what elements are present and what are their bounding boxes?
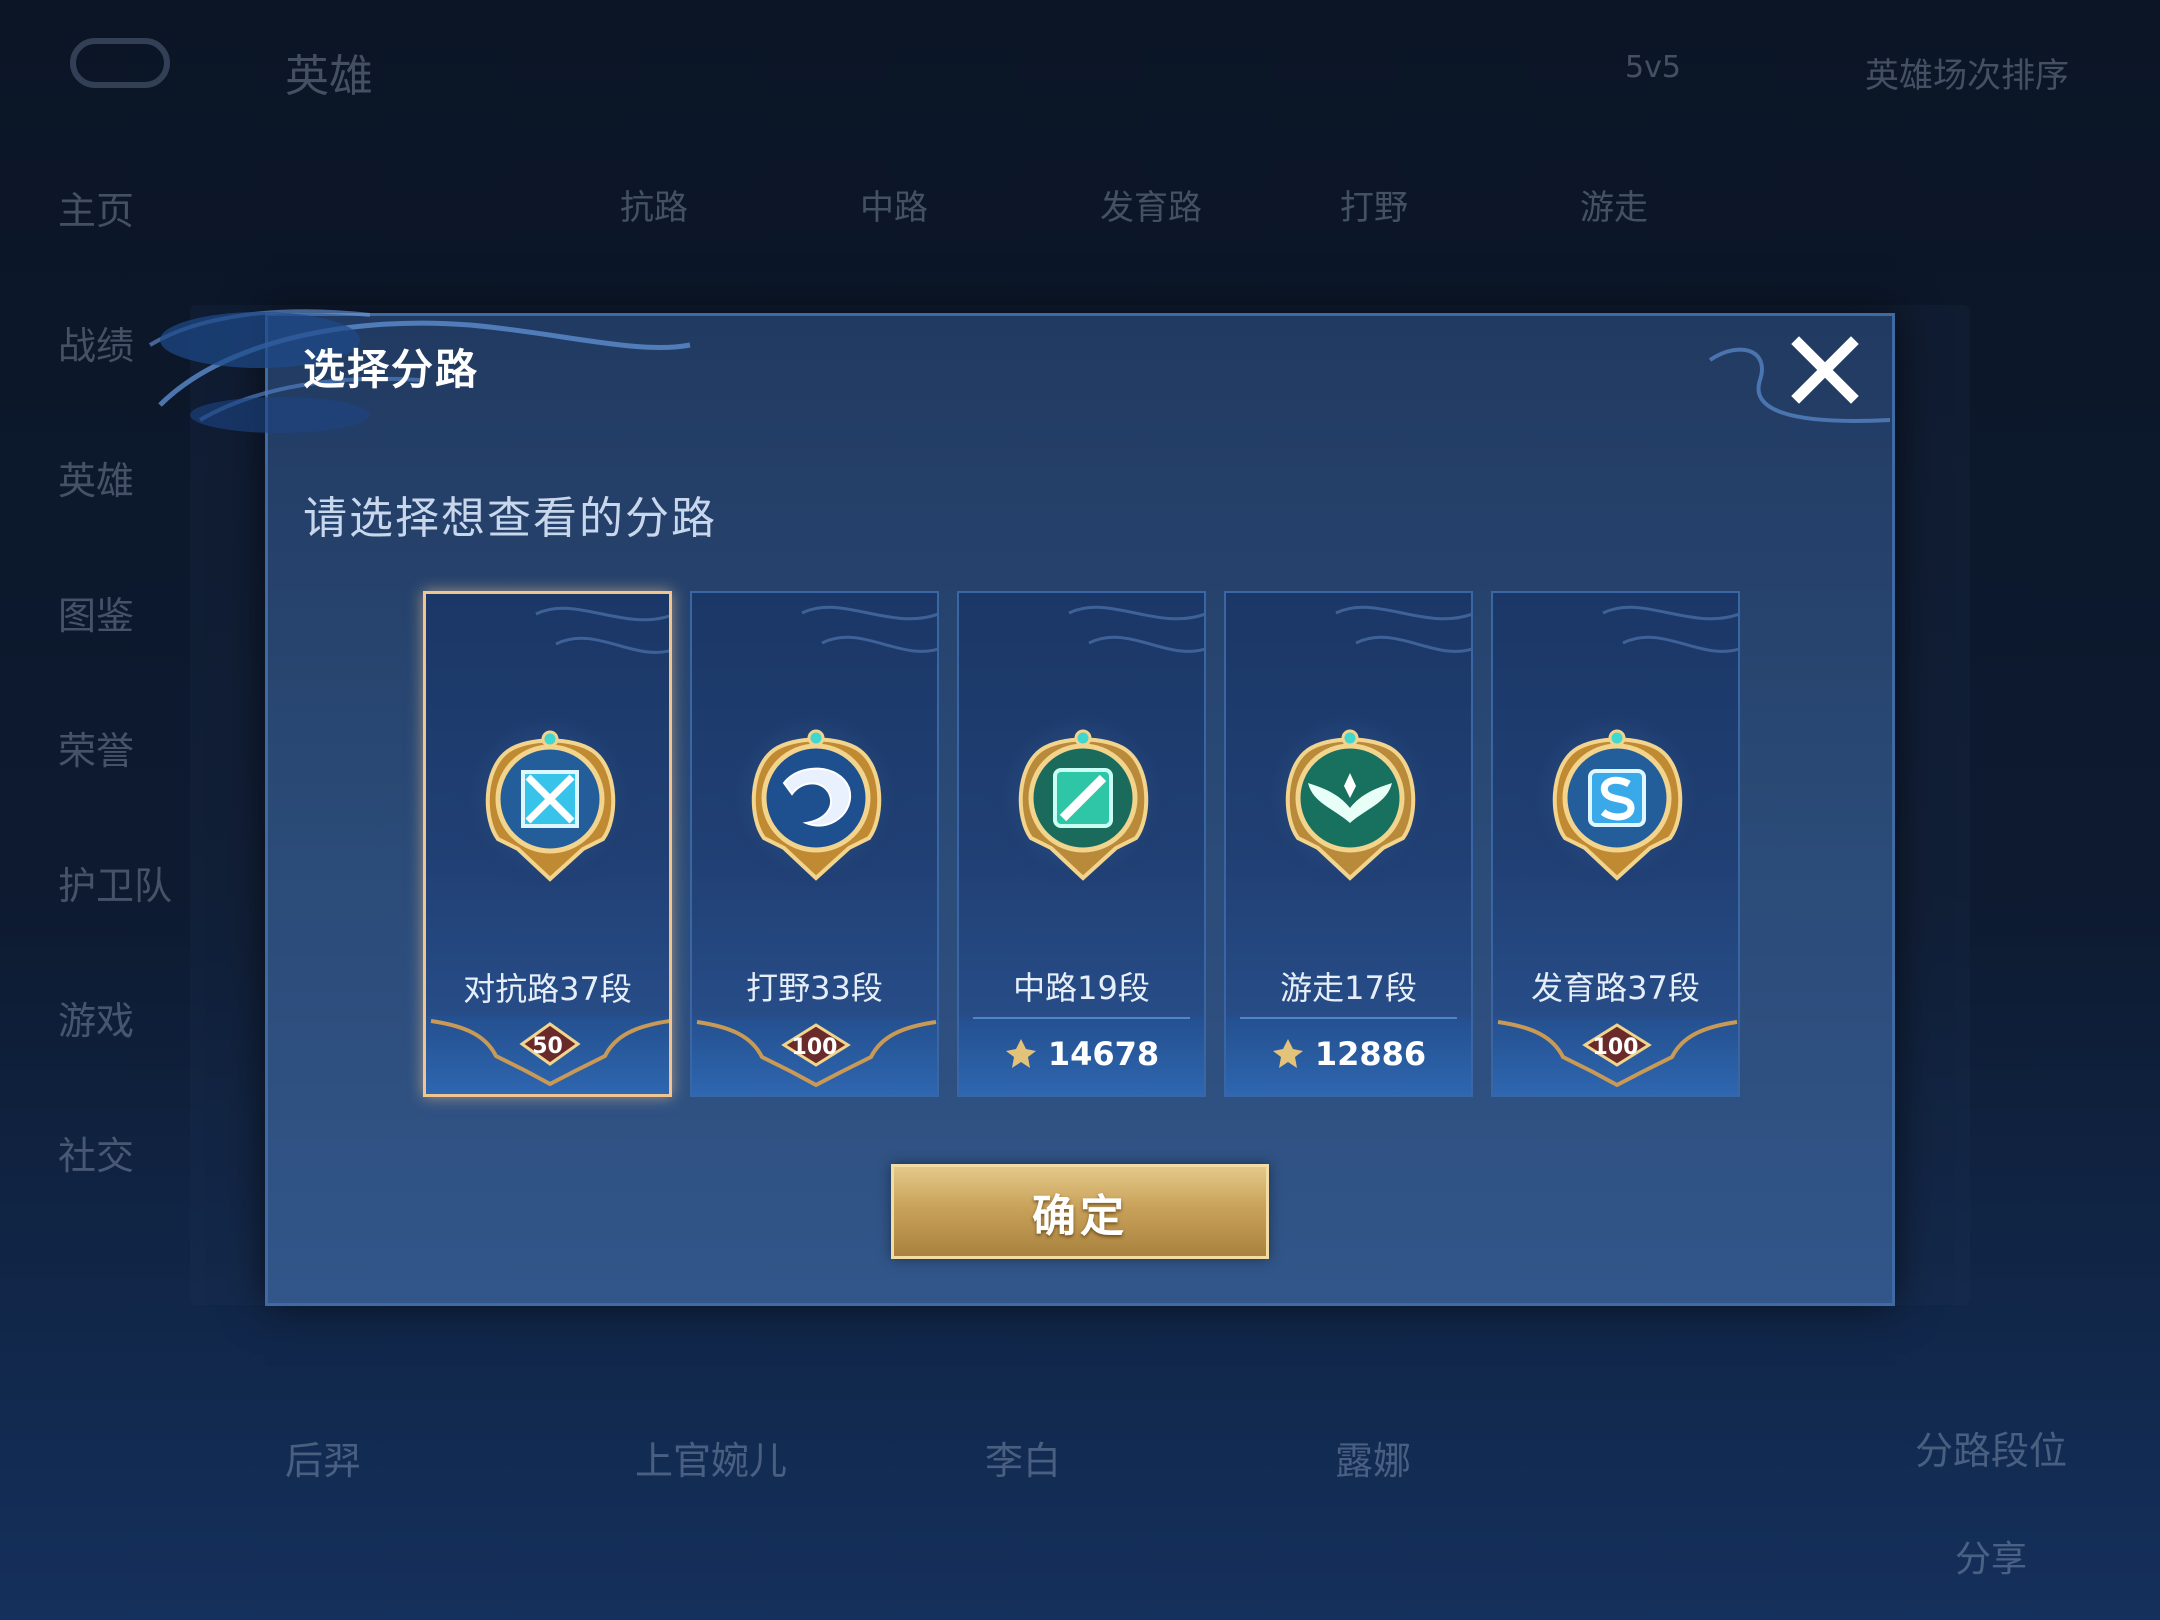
lane-card-jungle[interactable]: 打野33段 100: [690, 591, 939, 1097]
background-hero-cards: 后羿 上官婉儿 李白 露娜: [285, 1430, 1685, 1485]
lane-card-footer: 100: [692, 1017, 937, 1095]
lane-card-clash[interactable]: 对抗路37段 50: [423, 591, 672, 1097]
hero-card-name: 上官婉儿: [635, 1439, 788, 1483]
tab: 抗路: [620, 188, 688, 228]
rank-badge-value: 100: [791, 1035, 838, 1060]
close-icon: [1791, 336, 1859, 404]
tab: 中路: [860, 188, 928, 228]
card-wave-decoration: [535, 606, 669, 654]
lane-card-farm[interactable]: 发育路37段 100: [1491, 591, 1740, 1097]
lane-card-list: 对抗路37段 50 打野33段 100 中路19段 14678 游走17段 12…: [423, 591, 1740, 1097]
footer-divider: [973, 1017, 1190, 1019]
hero-card-name: 李白: [985, 1439, 1062, 1483]
sidebar-item: 护卫队: [58, 864, 173, 908]
tab: 游走: [1580, 188, 1648, 228]
confirm-button[interactable]: 确定: [891, 1164, 1269, 1259]
score-value: 14678: [1047, 1035, 1160, 1073]
sidebar-item: 图鉴: [58, 594, 135, 638]
close-button[interactable]: [1785, 330, 1865, 410]
lane-label: 对抗路37段: [463, 970, 632, 1008]
card-wave-decoration: [801, 605, 937, 653]
farm-lane-icon: [1552, 729, 1683, 881]
sidebar-item: 英雄: [58, 459, 135, 503]
mid-lane-icon: [1018, 729, 1149, 881]
lane-card-footer: 14678: [959, 1017, 1204, 1095]
rank-badge-value: 50: [532, 1034, 563, 1059]
dialog-subtitle: 请选择想查看的分路: [303, 493, 717, 544]
lane-card-footer: 50: [426, 1016, 669, 1094]
tab: 打野: [1340, 188, 1408, 228]
score-row: 14678: [959, 1035, 1204, 1073]
roam-wings-icon: [1285, 729, 1416, 881]
tab: 发育路: [1100, 188, 1202, 228]
lane-label: 游走17段: [1280, 969, 1417, 1007]
hero-card-name: 后羿: [285, 1439, 362, 1483]
sidebar-item: 荣誉: [58, 729, 135, 773]
score-emblem-icon: [1272, 1039, 1303, 1068]
background-tabs: 抗路 中路 发育路 打野 游走: [620, 180, 1820, 229]
lane-rank-label: 分路段位: [1915, 1429, 2068, 1473]
card-wave-decoration: [1602, 605, 1738, 653]
lane-card-mid[interactable]: 中路19段 14678: [957, 591, 1206, 1097]
score-emblem-icon: [1005, 1039, 1036, 1068]
jungle-dragon-icon: [751, 729, 882, 881]
footer-divider: [1240, 1017, 1457, 1019]
confirm-button-label: 确定: [1032, 1190, 1128, 1242]
lane-label: 中路19段: [1013, 969, 1150, 1007]
hero-card-name: 露娜: [1335, 1439, 1412, 1483]
dialog-title: 选择分路: [303, 345, 480, 394]
lane-card-roam[interactable]: 游走17段 12886: [1224, 591, 1473, 1097]
mode-filter: 5v5: [1625, 50, 1681, 85]
clash-lane-sword-icon: [485, 730, 616, 882]
sidebar-item: 游戏: [58, 999, 135, 1043]
sidebar-item: 社交: [58, 1134, 135, 1178]
rank-badge-value: 100: [1592, 1035, 1639, 1060]
share-label: 分享: [1955, 1539, 2028, 1580]
lane-label: 打野33段: [746, 969, 883, 1007]
lane-card-footer: 100: [1493, 1017, 1738, 1095]
lane-label: 发育路37段: [1531, 969, 1700, 1007]
score-row: 12886: [1226, 1035, 1471, 1073]
card-wave-decoration: [1335, 605, 1471, 653]
background-title: 英雄: [285, 51, 373, 102]
lane-card-footer: 12886: [1226, 1017, 1471, 1095]
back-icon: [70, 38, 170, 88]
card-wave-decoration: [1068, 605, 1204, 653]
score-value: 12886: [1314, 1035, 1427, 1073]
sort-filter: 英雄场次排序: [1865, 56, 2069, 96]
